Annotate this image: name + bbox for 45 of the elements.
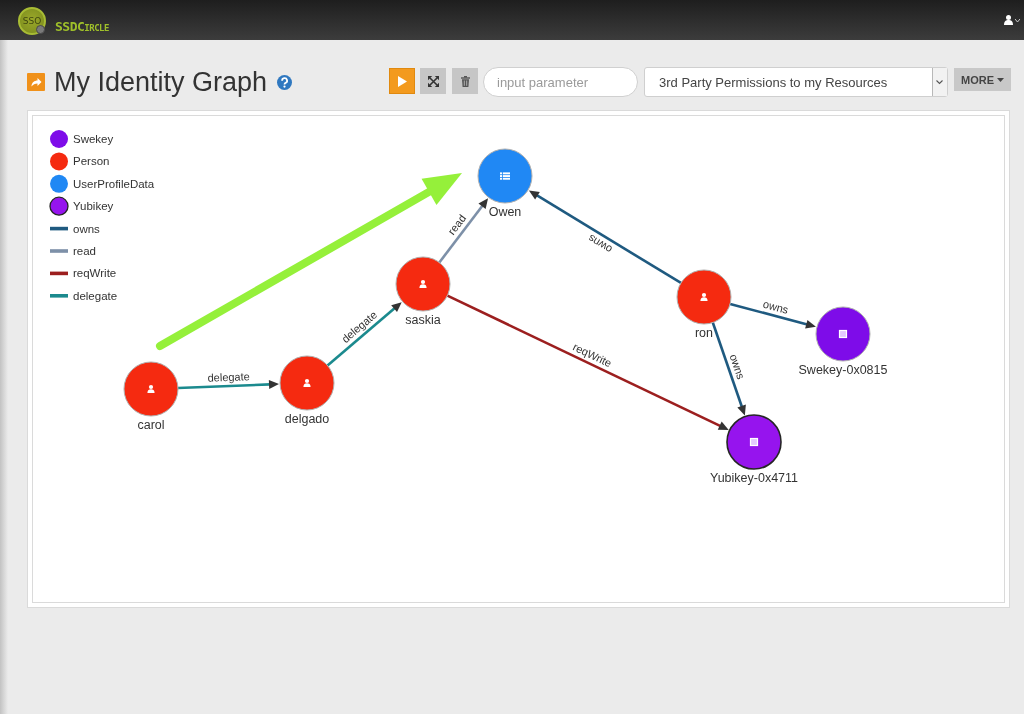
user-menu-button[interactable] bbox=[1002, 13, 1022, 27]
person-icon bbox=[700, 292, 708, 301]
node-label: Owen bbox=[488, 205, 522, 219]
caret-icon bbox=[1015, 18, 1020, 22]
node-label: Yubikey-0x4711 bbox=[710, 471, 798, 485]
edge-label: delegate bbox=[207, 370, 250, 384]
node-label: delgado bbox=[284, 412, 330, 426]
expand-icon bbox=[427, 75, 439, 87]
delete-button[interactable] bbox=[452, 68, 478, 94]
legend-label: delegate bbox=[73, 289, 118, 302]
chevron-icon bbox=[932, 68, 947, 96]
square-icon bbox=[749, 437, 759, 447]
page-title: My Identity Graph bbox=[54, 67, 268, 97]
app-logo[interactable]: SSO bbox=[18, 7, 46, 35]
legend-label: Swekey bbox=[73, 133, 114, 145]
query-select[interactable]: 3rd Party Permissions to my Resources bbox=[644, 67, 948, 97]
legend-label: reqWrite bbox=[73, 267, 117, 280]
node-label: ron bbox=[694, 326, 714, 340]
person-icon bbox=[419, 279, 427, 288]
share-icon bbox=[27, 73, 45, 91]
legend-label: read bbox=[73, 245, 97, 257]
person-icon bbox=[303, 378, 311, 387]
edge-label: owns bbox=[761, 297, 790, 316]
person-icon bbox=[147, 384, 155, 393]
trash-icon bbox=[460, 75, 470, 87]
node-label: Swekey-0x0815 bbox=[798, 363, 888, 377]
caret-icon bbox=[997, 77, 1004, 82]
legend-label: Yubikey bbox=[73, 200, 114, 213]
legend-label: Person bbox=[73, 155, 110, 168]
list-icon bbox=[500, 172, 510, 180]
parameter-input[interactable]: input parameter bbox=[483, 67, 638, 97]
edge-label: owns bbox=[727, 352, 748, 381]
legend-label: UserProfileData bbox=[73, 177, 155, 190]
fullscreen-button[interactable] bbox=[420, 68, 446, 94]
edge-label: owns bbox=[585, 232, 614, 256]
legend-label: owns bbox=[73, 222, 100, 235]
square-icon bbox=[838, 329, 848, 339]
play-icon bbox=[397, 75, 407, 87]
more-button[interactable]: MORE bbox=[954, 68, 1011, 91]
user-icon bbox=[1004, 15, 1013, 25]
brand-name: SSDCircle bbox=[55, 18, 109, 34]
node-label: saskia bbox=[405, 313, 441, 327]
help-icon[interactable] bbox=[277, 74, 293, 90]
node-label: carol bbox=[137, 418, 165, 432]
play-button[interactable] bbox=[389, 68, 415, 94]
